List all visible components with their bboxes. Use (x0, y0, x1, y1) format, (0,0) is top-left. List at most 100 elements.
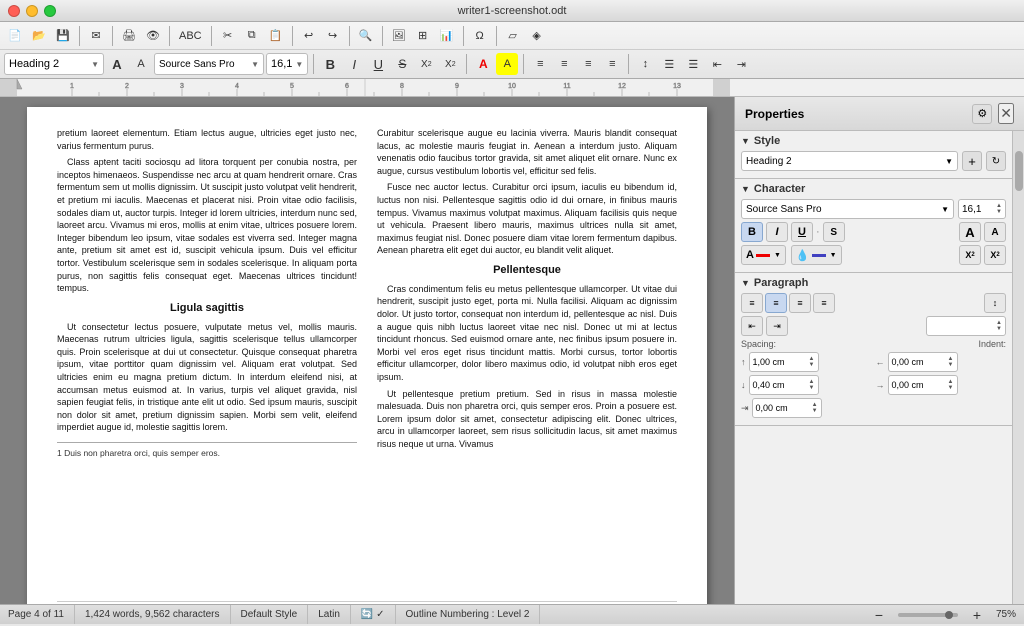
properties-scrollbar[interactable] (1012, 131, 1024, 604)
print-button[interactable]: 🖨 (118, 25, 140, 47)
first-line-field[interactable]: 0,00 cm ▲ ▼ (752, 398, 822, 418)
open-button[interactable]: 📂 (28, 25, 50, 47)
subscript-btn[interactable]: X2 (984, 245, 1006, 265)
spellcheck-button[interactable]: ABC (175, 25, 206, 47)
below-para-down[interactable]: ▼ (809, 385, 815, 391)
align-left-button[interactable]: ≡ (529, 53, 551, 75)
insert-image-button[interactable]: 🖼 (388, 25, 410, 47)
format-buttons-row: B I U · S A A (741, 222, 1006, 242)
style-a-btn[interactable]: A (106, 53, 128, 75)
zoom-in-button[interactable]: + (966, 604, 988, 626)
underline-button[interactable]: U (367, 53, 389, 75)
zoom-out-button[interactable]: − (868, 604, 890, 626)
list-bullet-button[interactable]: ☰ (658, 53, 680, 75)
indent-after-down[interactable]: ▼ (948, 385, 954, 391)
properties-close-button[interactable]: ✕ (998, 103, 1014, 124)
list-number-button[interactable]: ☰ (682, 53, 704, 75)
find-button[interactable]: 🔍 (355, 25, 377, 47)
insert-table-button[interactable]: ⊞ (412, 25, 434, 47)
style-new-button[interactable]: + (962, 151, 982, 171)
para-align-justify[interactable]: ≡ (813, 293, 835, 313)
align-justify-button[interactable]: ≡ (601, 53, 623, 75)
indent-before-down[interactable]: ▼ (948, 362, 954, 368)
style-section-header[interactable]: ▼ Style (741, 135, 1006, 147)
copy-button[interactable]: ⧉ (241, 25, 263, 47)
new-button[interactable]: 📄 (4, 25, 26, 47)
char-size-small-button[interactable]: A (984, 222, 1006, 242)
highlight-button[interactable]: A (496, 53, 518, 75)
separator-3 (169, 26, 170, 46)
align-right-button[interactable]: ≡ (577, 53, 599, 75)
first-line-down[interactable]: ▼ (812, 408, 818, 414)
line-spacing-down[interactable]: ▼ (996, 326, 1002, 332)
para-line-spacing-btn[interactable]: ↕ (984, 293, 1006, 313)
draw-button[interactable]: ▱ (502, 25, 524, 47)
indent-decrease-button[interactable]: ⇤ (706, 53, 728, 75)
superscript-button[interactable]: X2 (415, 53, 437, 75)
properties-gear-button[interactable]: ⚙ (972, 104, 992, 124)
highlight-color-btn[interactable]: 💧 ▼ (791, 245, 842, 265)
char-shadow-button[interactable]: S (823, 222, 845, 242)
save-button[interactable]: 💾 (52, 25, 74, 47)
close-button[interactable] (8, 5, 20, 17)
style-dropdown[interactable]: Heading 2 ▼ (4, 53, 104, 75)
font-size-dropdown[interactable]: 16,1 ▼ (266, 53, 308, 75)
paragraph-section-header[interactable]: ▼ Paragraph (741, 277, 1006, 289)
highlight-arrow[interactable]: ▼ (830, 252, 837, 259)
toolbar-row-2: Heading 2 ▼ A A Source Sans Pro ▼ 16,1 ▼… (0, 50, 1024, 78)
above-para-down[interactable]: ▼ (809, 362, 815, 368)
style-a2-btn[interactable]: A (130, 53, 152, 75)
right-text-2: Fusce nec auctor lectus. Curabitur orci … (377, 181, 677, 257)
char-size-arrows[interactable]: ▲ ▼ (996, 203, 1002, 215)
indent-increase-button[interactable]: ⇥ (730, 53, 752, 75)
navigator-button[interactable]: ◈ (526, 25, 548, 47)
indent-before-field[interactable]: 0,00 cm ▲ ▼ (888, 352, 958, 372)
font-color-arrow[interactable]: ▼ (774, 252, 781, 259)
email-button[interactable]: ✉ (85, 25, 107, 47)
para-indent-decrease[interactable]: ⇤ (741, 316, 763, 336)
scrollbar-thumb[interactable] (1015, 151, 1023, 191)
redo-button[interactable]: ↪ (322, 25, 344, 47)
char-font-dropdown[interactable]: Source Sans Pro ▼ (741, 199, 954, 219)
char-size-large-button[interactable]: A (959, 222, 981, 242)
bold-button[interactable]: B (319, 53, 341, 75)
strikethrough-button[interactable]: S (391, 53, 413, 75)
insert-chart-button[interactable]: 📊 (436, 25, 458, 47)
print-preview-button[interactable]: 👁 (142, 25, 164, 47)
separator-1 (79, 26, 80, 46)
below-para-field[interactable]: 0,40 cm ▲ ▼ (749, 375, 819, 395)
paste-button[interactable]: 📋 (265, 25, 287, 47)
line-spacing-field[interactable]: ▲ ▼ (926, 316, 1006, 336)
line-spacing-button[interactable]: ↕ (634, 53, 656, 75)
svg-text:10: 10 (508, 83, 516, 90)
italic-button[interactable]: I (343, 53, 365, 75)
char-italic-button[interactable]: I (766, 222, 788, 242)
cut-button[interactable]: ✂ (217, 25, 239, 47)
style-value-dropdown[interactable]: Heading 2 ▼ (741, 151, 958, 171)
align-center-button[interactable]: ≡ (553, 53, 575, 75)
char-size-field[interactable]: 16,1 ▲ ▼ (958, 199, 1006, 219)
minimize-button[interactable] (26, 5, 38, 17)
character-section-header[interactable]: ▼ Character (741, 183, 1006, 195)
font-color-btn[interactable]: A ▼ (741, 245, 786, 265)
style-section: ▼ Style Heading 2 ▼ + ↻ (735, 131, 1012, 179)
subscript-button[interactable]: X2 (439, 53, 461, 75)
char-size-down[interactable]: ▼ (996, 209, 1002, 215)
para-align-center[interactable]: ≡ (765, 293, 787, 313)
para-align-right[interactable]: ≡ (789, 293, 811, 313)
indent-after-field[interactable]: 0,00 cm ▲ ▼ (888, 375, 958, 395)
para-indent-increase[interactable]: ⇥ (766, 316, 788, 336)
style-update-button[interactable]: ↻ (986, 151, 1006, 171)
para-align-left[interactable]: ≡ (741, 293, 763, 313)
font-name-dropdown[interactable]: Source Sans Pro ▼ (154, 53, 264, 75)
insert-special-char-button[interactable]: Ω (469, 25, 491, 47)
maximize-button[interactable] (44, 5, 56, 17)
char-bold-button[interactable]: B (741, 222, 763, 242)
font-color-button[interactable]: A (472, 53, 494, 75)
superscript-btn[interactable]: X2 (959, 245, 981, 265)
font-dropdown-arrow: ▼ (251, 60, 259, 69)
above-para-field[interactable]: 1,00 cm ▲ ▼ (749, 352, 819, 372)
undo-button[interactable]: ↩ (298, 25, 320, 47)
zoom-slider[interactable] (898, 613, 958, 617)
char-underline-button[interactable]: U (791, 222, 813, 242)
